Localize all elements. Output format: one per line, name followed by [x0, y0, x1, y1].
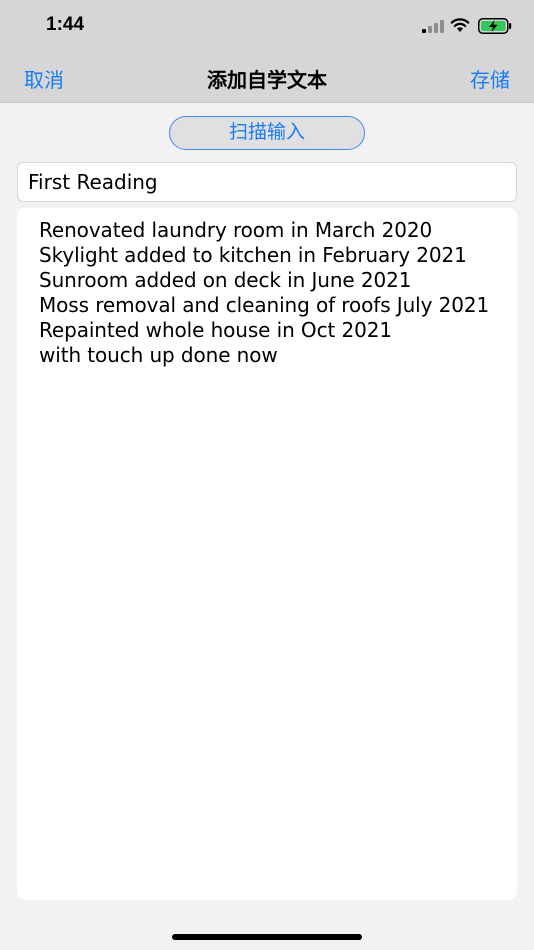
status-bar: 1:44 — [0, 0, 534, 52]
nav-bar: 取消 添加自学文本 存储 — [0, 52, 534, 103]
home-indicator[interactable] — [172, 934, 362, 940]
signal-icon — [422, 20, 444, 33]
title-input[interactable]: First Reading — [17, 162, 517, 202]
save-button[interactable]: 存储 — [470, 64, 510, 93]
page-title: 添加自学文本 — [207, 68, 327, 92]
text-body-textarea[interactable]: Renovated laundry room in March 2020 Sky… — [17, 208, 517, 900]
scan-input-button[interactable]: 扫描输入 — [169, 116, 365, 150]
battery-charging-icon — [478, 18, 512, 34]
wifi-icon — [450, 18, 470, 32]
status-time: 1:44 — [46, 14, 85, 35]
